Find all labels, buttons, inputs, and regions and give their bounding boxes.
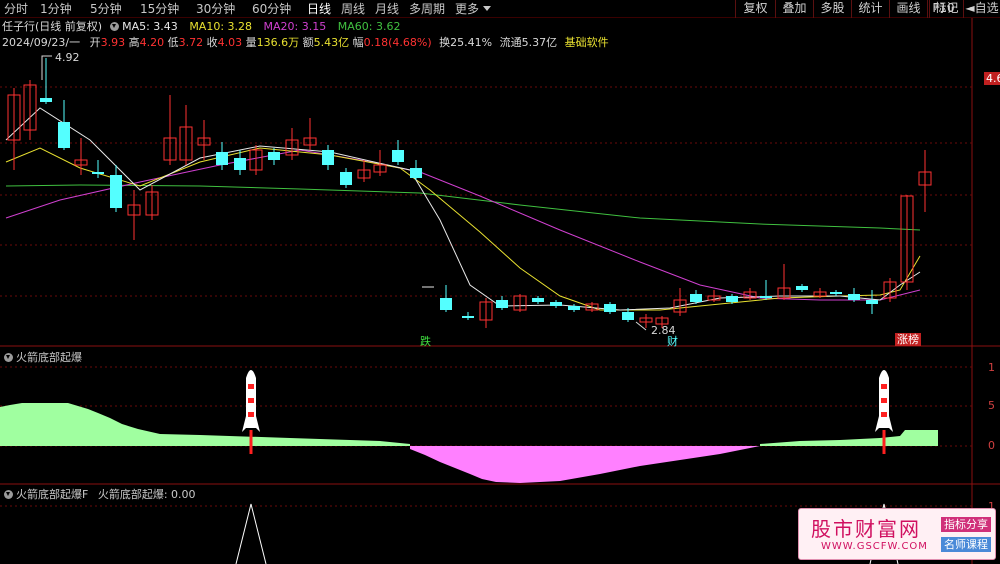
low-value: 3.72: [178, 36, 204, 49]
kline-chart[interactable]: [0, 0, 1000, 564]
ma-legend: 任子行(日线 前复权) MA5: 3.43 MA10: 3.28 MA20: 3…: [2, 18, 400, 34]
volume-value: 136.6万: [256, 36, 300, 49]
quote-line: 2024/09/23/一 开3.93 高4.20 低3.72 收4.03 量13…: [2, 34, 609, 50]
rocket-window: [248, 412, 254, 417]
candle-body: [604, 304, 616, 312]
rocket-window: [881, 398, 887, 403]
indicator1-axis-top: 1: [988, 361, 995, 374]
change-value: 0.18(4.68%): [363, 36, 432, 49]
candle-body: [866, 300, 878, 304]
stock-name: 任子行(日线 前复权): [2, 20, 103, 33]
site-watermark: 股市财富网 WWW.GSCFW.COM 指标分享 名师课程: [798, 508, 996, 560]
rocket-window: [881, 412, 887, 417]
quote-date: 2024/09/23/一: [2, 36, 81, 49]
settings-circle-icon[interactable]: [109, 22, 119, 31]
ma5-value: MA5: 3.43: [122, 20, 178, 33]
candle-body: [550, 302, 562, 306]
candle-body: [110, 175, 122, 208]
indicator1-title: 火箭底部起爆: [16, 351, 82, 364]
indicator2-settings-icon[interactable]: [4, 490, 13, 499]
close-label: 收: [206, 36, 218, 49]
candlesticks: [7, 55, 932, 331]
ma60-line: [5, 184, 921, 231]
high-price-mark: 4.92: [55, 51, 80, 64]
indicator1-bars: [0, 403, 938, 483]
candle-body: [92, 172, 104, 174]
watermark-url: WWW.GSCFW.COM: [821, 541, 928, 552]
turnover-value: 换25.41%: [439, 36, 493, 49]
candle-body: [496, 300, 508, 308]
ma10-line: [5, 147, 921, 311]
indicator1-axis-bottom: 0: [988, 439, 995, 452]
ma10-value: MA10: 3.28: [189, 20, 253, 33]
candle-body: [830, 292, 842, 294]
candle-body: [268, 152, 280, 160]
indicator1-axis-mid: 5: [988, 399, 995, 412]
price-axis-label: 4.6: [984, 72, 1000, 85]
rocket-fin: [875, 416, 879, 432]
change-label: 幅: [352, 36, 364, 49]
candle-body: [340, 172, 352, 185]
candle-body: [848, 294, 860, 300]
volume-label: 量: [245, 36, 257, 49]
event-label-zhangbang[interactable]: 涨榜: [895, 333, 921, 346]
rocket-fin: [889, 416, 893, 432]
candle-body: [58, 122, 70, 148]
candle-body: [392, 150, 404, 162]
event-label-cai[interactable]: 财: [667, 333, 678, 349]
candle-body: [568, 306, 580, 310]
rocket-window: [881, 384, 887, 389]
open-label: 开: [89, 36, 101, 49]
watermark-brand: 股市财富网: [811, 517, 921, 541]
indicator1-title-row: 火箭底部起爆: [4, 349, 82, 365]
candle-body: [532, 298, 544, 302]
indicator2-title: 火箭底部起爆F: [16, 488, 89, 501]
amount-value: 5.43亿: [313, 36, 350, 49]
open-value: 3.93: [100, 36, 126, 49]
close-value: 4.03: [217, 36, 243, 49]
high-value: 4.20: [139, 36, 165, 49]
candle-body: [440, 298, 452, 310]
indicator2-value: 火箭底部起爆: 0.00: [97, 488, 196, 501]
rocket-fin: [242, 416, 246, 432]
sector-value: 基础软件: [564, 36, 609, 49]
indicator2-title-row: 火箭底部起爆F 火箭底部起爆: 0.00: [4, 486, 196, 502]
candle-body: [40, 98, 52, 102]
watchlist-button[interactable]: ◄自选: [963, 0, 1000, 18]
low-mark-pointer: [635, 321, 647, 331]
candle-body: [760, 296, 772, 298]
watermark-tag-share: 指标分享: [941, 517, 991, 532]
rocket-window: [248, 384, 254, 389]
candle-body: [726, 296, 738, 302]
indicator1-pink-area: [410, 446, 760, 483]
event-label-die[interactable]: 跌: [420, 333, 431, 349]
candle-body: [622, 312, 634, 320]
indicator1-green-area-right: [760, 430, 938, 446]
rocket-window: [248, 398, 254, 403]
indicator1-settings-icon[interactable]: [4, 353, 13, 362]
candle-body: [462, 316, 474, 318]
high-label: 高: [128, 36, 140, 49]
low-label: 低: [167, 36, 179, 49]
watermark-tag-course: 名师课程: [941, 537, 991, 552]
candle-body: [690, 294, 702, 302]
indicator2-spike: [235, 503, 267, 564]
candle-body: [216, 152, 228, 165]
amount-label: 额: [302, 36, 314, 49]
ma20-value: MA20: 3.15: [263, 20, 327, 33]
ma60-value: MA60: 3.62: [337, 20, 401, 33]
candle-body: [796, 286, 808, 290]
moving-average-lines: [5, 107, 921, 311]
high-mark-pointer: [41, 55, 52, 80]
ma5-line: [5, 107, 921, 311]
candle-body: [234, 158, 246, 170]
float-value: 流通5.37亿: [499, 36, 558, 49]
rocket-fin: [256, 416, 260, 432]
candle-body: [322, 150, 334, 165]
indicator1-green-area: [0, 403, 410, 446]
candle-body: [410, 168, 422, 178]
mark-button[interactable]: 标记: [929, 0, 963, 18]
